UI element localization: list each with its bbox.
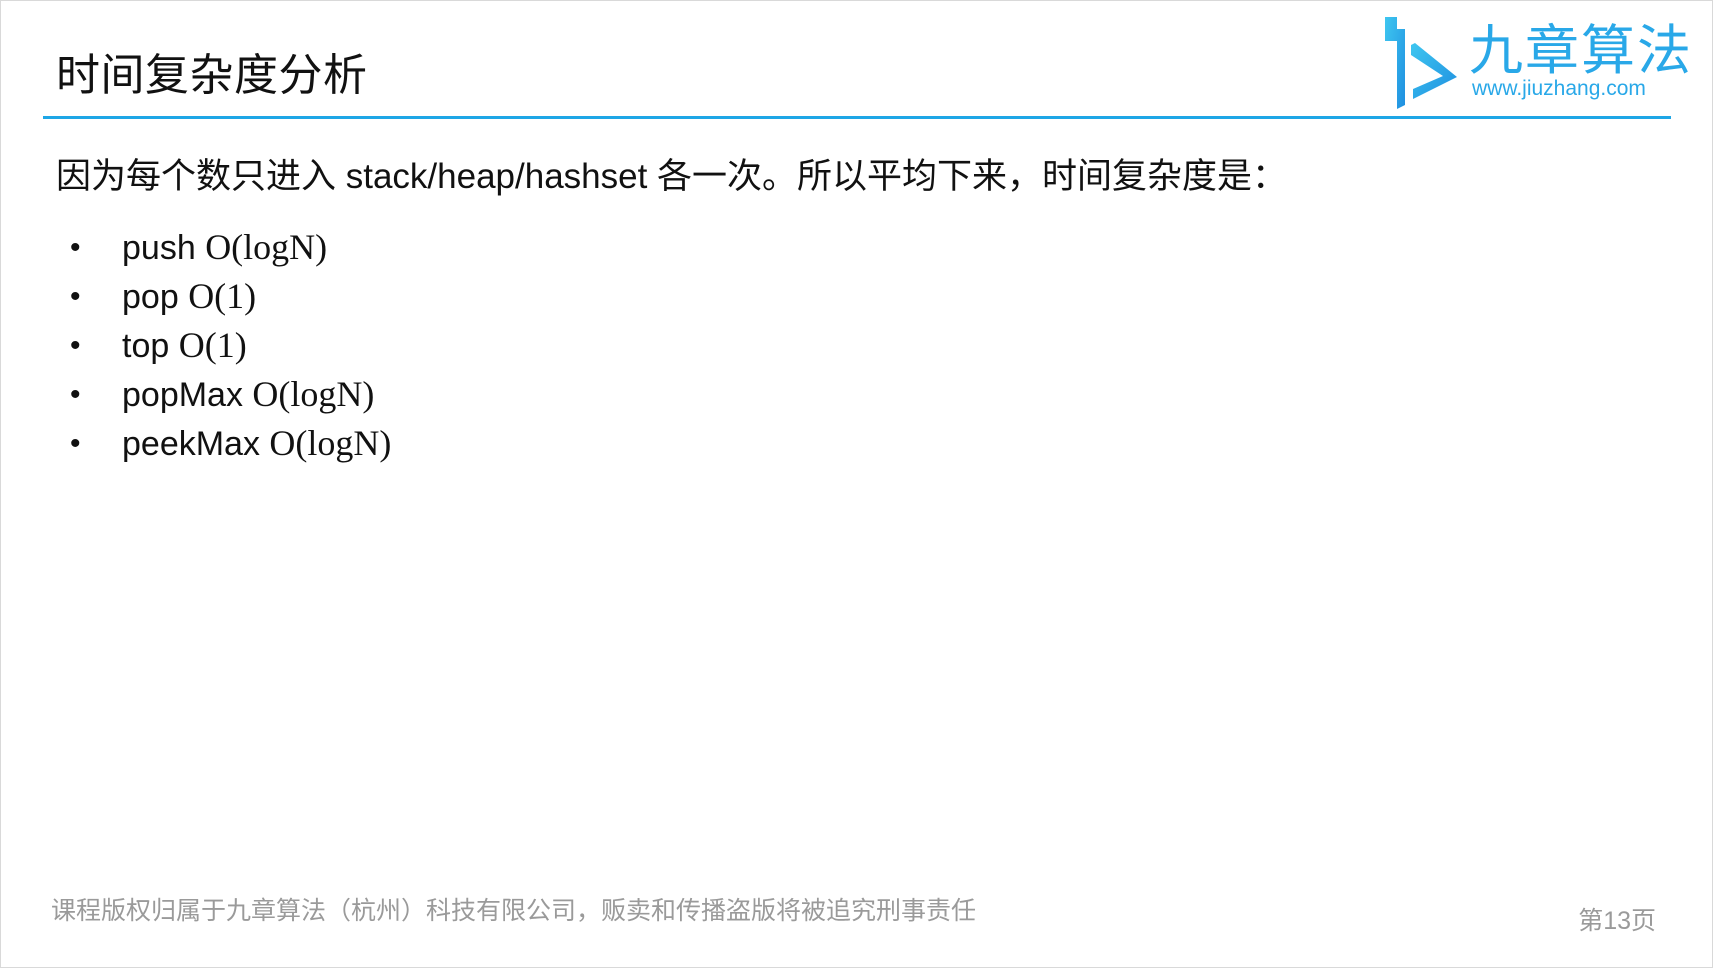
brand-name: 九章算法 [1469,21,1693,81]
slide-title: 时间复杂度分析 [56,51,368,100]
jiuzhang-logo-icon [1385,17,1457,109]
copyright-notice: 课程版权归属于九章算法（杭州）科技有限公司，贩卖和传播盗版将被追究刑事责任 [51,897,977,925]
operation-complexity: O(1) [188,276,257,316]
operation-complexity: O(1) [178,325,247,365]
intro-text: 因为每个数只进入 stack/heap/hashset 各一次。所以平均下来，时… [56,157,1288,196]
bullet-icon: • [70,378,81,411]
operation-entry: popMax O(logN) [122,370,374,420]
bullet-icon: • [70,231,81,264]
operation-entry: pop O(1) [122,272,256,322]
bullet-icon: • [70,427,81,460]
operation-complexity: O(logN) [269,423,392,463]
page-number: 第13页 [1578,907,1656,935]
operation-name: popMax [122,376,243,414]
bullet-icon: • [70,280,81,313]
operation-name: peekMax [122,425,260,463]
operation-entry: push O(logN) [122,223,327,273]
brand-url[interactable]: www.jiuzhang.com [1472,76,1646,102]
operation-entry: top O(1) [122,321,247,371]
operation-name: push [122,229,196,267]
brand-logo[interactable]: 九章算法 www.jiuzhang.com [1371,15,1691,110]
operation-complexity: O(logN) [205,227,328,267]
operation-name: pop [122,278,179,316]
operation-name: top [122,327,170,365]
bullet-icon: • [70,329,81,362]
title-divider [43,116,1671,119]
operation-entry: peekMax O(logN) [122,419,391,469]
operation-complexity: O(logN) [252,374,375,414]
slide-frame: 时间复杂度分析 九章算法 www.jiuzhang.com 因为每个数只进入 s… [0,0,1713,968]
